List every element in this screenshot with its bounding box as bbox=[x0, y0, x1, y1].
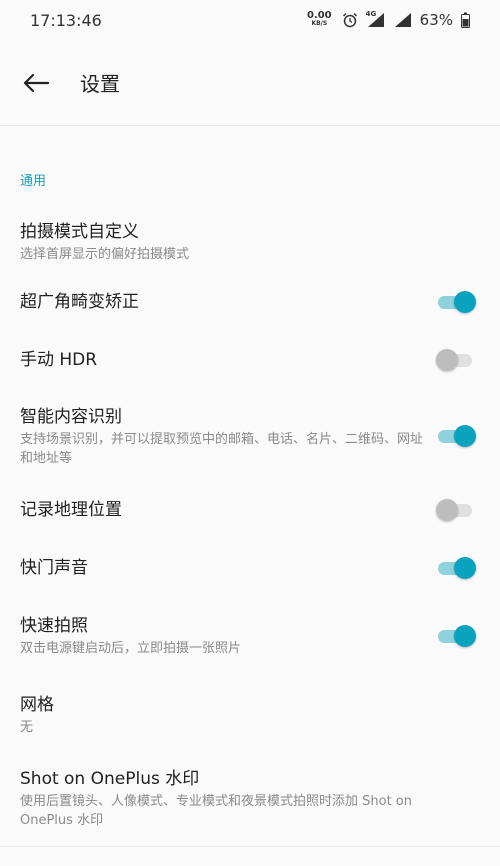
setting-title: 超广角畸变矫正 bbox=[20, 292, 139, 312]
setting-shutter-sound[interactable]: 快门声音 bbox=[0, 540, 500, 596]
section-header-general: 通用 bbox=[20, 174, 47, 189]
setting-quick-capture[interactable]: 快速拍照 双击电源键启动后，立即拍摄一张照片 bbox=[0, 604, 500, 668]
toggle-switch-on[interactable] bbox=[436, 556, 476, 580]
setting-manual-hdr[interactable]: 手动 HDR bbox=[0, 330, 500, 390]
setting-summary: 支持场景识别，并可以提取预览中的邮箱、电话、名片、二维码、网址和地址等 bbox=[20, 431, 424, 466]
setting-title: 快速拍照 bbox=[20, 616, 88, 636]
setting-grid[interactable]: 网格 无 bbox=[0, 683, 500, 747]
toggle-switch-off[interactable] bbox=[436, 498, 476, 522]
setting-shooting-mode-customize[interactable]: 拍摄模式自定义 选择首屏显示的偏好拍摄模式 bbox=[0, 210, 500, 274]
battery-percent: 63% bbox=[419, 11, 453, 29]
divider bbox=[0, 846, 500, 847]
network-type-label: 4G bbox=[365, 10, 377, 18]
setting-title: 智能内容识别 bbox=[20, 406, 122, 427]
back-button[interactable] bbox=[6, 53, 66, 113]
setting-summary: 选择首屏显示的偏好拍摄模式 bbox=[20, 247, 190, 262]
status-time: 17:13:46 bbox=[30, 10, 102, 30]
setting-ultrawide-distortion-correction[interactable]: 超广角畸变矫正 bbox=[0, 274, 500, 330]
setting-title: 网格 bbox=[20, 695, 54, 715]
setting-record-location[interactable]: 记录地理位置 bbox=[0, 480, 500, 540]
setting-title: Shot on OnePlus 水印 bbox=[20, 768, 200, 789]
setting-summary: 使用后置镜头、人像模式、专业模式和夜景模式拍照时添加 Shot on OnePl… bbox=[20, 793, 412, 828]
alarm-icon bbox=[342, 12, 357, 28]
status-bar: 17:13:46 0.00 KB/S 4G 63% bbox=[0, 0, 500, 40]
app-bar: 设置 bbox=[0, 40, 500, 126]
network-speed-value: 0.00 bbox=[306, 10, 332, 21]
setting-title: 拍摄模式自定义 bbox=[20, 222, 139, 242]
setting-title: 手动 HDR bbox=[20, 350, 98, 370]
page-title: 设置 bbox=[80, 72, 120, 96]
signal-4g-icon: 4G bbox=[365, 10, 386, 28]
toggle-switch-off[interactable] bbox=[436, 348, 476, 372]
toggle-switch-on[interactable] bbox=[436, 424, 476, 448]
setting-summary: 无 bbox=[20, 720, 34, 735]
status-icons: 0.00 KB/S 4G 63% bbox=[306, 10, 470, 29]
toggle-switch-on[interactable] bbox=[436, 624, 476, 648]
network-speed-unit: KB/S bbox=[311, 20, 328, 27]
setting-title: 记录地理位置 bbox=[20, 500, 122, 520]
signal-icon bbox=[394, 13, 411, 27]
setting-summary: 双击电源键启动后，立即拍摄一张照片 bbox=[20, 641, 242, 656]
battery-icon bbox=[461, 12, 470, 28]
setting-title: 快门声音 bbox=[20, 558, 88, 578]
arrow-left-icon bbox=[23, 73, 49, 92]
toggle-switch-on[interactable] bbox=[436, 290, 476, 314]
network-speed: 0.00 KB/S bbox=[306, 10, 332, 28]
setting-shot-on-oneplus-watermark[interactable]: Shot on OnePlus 水印 使用后置镜头、人像模式、专业模式和夜景模式… bbox=[0, 760, 500, 836]
setting-smart-content-recognition[interactable]: 智能内容识别 支持场景识别，并可以提取预览中的邮箱、电话、名片、二维码、网址和地… bbox=[0, 398, 500, 474]
